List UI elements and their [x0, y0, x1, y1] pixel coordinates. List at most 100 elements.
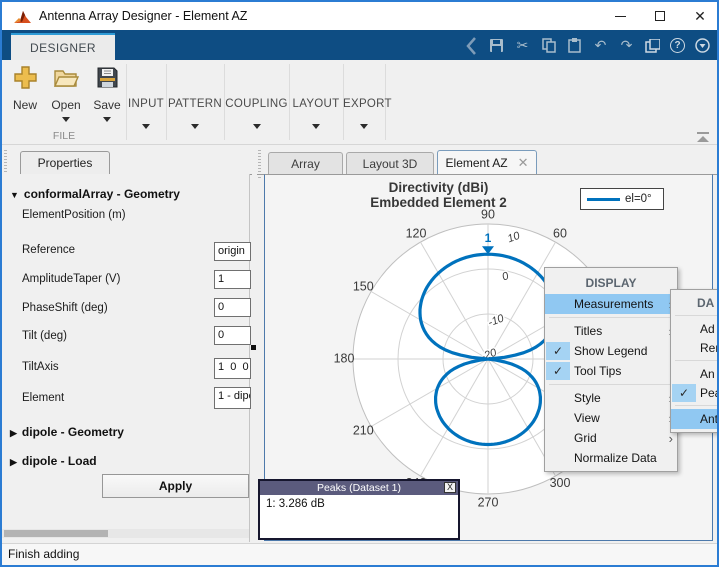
tab-properties[interactable]: Properties	[20, 151, 110, 174]
field-label-amplitudetaper: AmplitudeTaper (V)	[22, 273, 120, 285]
back-chevron-icon[interactable]	[462, 37, 479, 54]
peaks-close-button[interactable]: X	[444, 482, 456, 493]
checkmark-icon: ✓	[672, 384, 696, 402]
save-button[interactable]: Save	[87, 65, 127, 122]
tab-element-az[interactable]: Element AZ✕	[437, 150, 537, 174]
close-tab-icon[interactable]: ✕	[518, 155, 529, 171]
redo-icon[interactable]: ↷	[618, 37, 635, 54]
svg-text:60: 60	[553, 227, 567, 241]
tilt-field[interactable]: 0	[214, 326, 251, 345]
measurements-submenu: DA Ad Rem An ✓Pea Ant	[670, 289, 719, 433]
file-group-label: FILE	[32, 130, 96, 142]
section-layout[interactable]: LAYOUT	[289, 60, 343, 144]
splitter-handle[interactable]	[251, 345, 256, 350]
field-label-reference: Reference	[22, 244, 75, 256]
help-icon[interactable]: ?	[670, 38, 685, 53]
open-folder-icon	[53, 65, 80, 90]
submenu-item-angle[interactable]: An	[671, 364, 719, 383]
checkmark-icon: ✓	[546, 342, 570, 360]
legend[interactable]: el=0°	[580, 188, 664, 210]
peaks-window-titlebar[interactable]: Peaks (Dataset 1) X	[260, 481, 458, 495]
copy-icon[interactable]	[540, 37, 557, 54]
minimize-icon	[615, 16, 626, 17]
new-window-icon[interactable]	[644, 37, 661, 54]
submenu-item-add[interactable]: Ad	[671, 319, 719, 338]
paste-icon[interactable]	[566, 37, 583, 54]
tab-designer[interactable]: DESIGNER	[11, 33, 115, 60]
layout-dropdown-arrow[interactable]	[312, 124, 320, 129]
status-text: Finish adding	[8, 547, 79, 561]
svg-text:300: 300	[550, 476, 571, 490]
coupling-dropdown-arrow[interactable]	[253, 124, 261, 129]
expanded-triangle-icon: ▼	[10, 190, 19, 200]
close-button[interactable]: ✕	[683, 2, 717, 30]
menu-item-grid[interactable]: Grid›	[545, 428, 677, 448]
minimize-button[interactable]	[603, 2, 637, 30]
submenu-item-remove[interactable]: Rem	[671, 338, 719, 357]
menu-item-style[interactable]: Style›	[545, 388, 677, 408]
menu-item-titles[interactable]: Titles›	[545, 321, 677, 341]
maximize-icon	[655, 11, 665, 21]
app-window: Antenna Array Designer - Element AZ ✕ DE…	[0, 0, 719, 567]
close-icon: ✕	[694, 9, 706, 23]
tiltaxis-field[interactable]: 1 0 0	[214, 358, 251, 379]
section-export[interactable]: EXPORT	[343, 60, 385, 144]
open-button[interactable]: Open	[46, 65, 86, 122]
field-label-tilt: Tilt (deg)	[22, 330, 67, 342]
undo-icon[interactable]: ↶	[592, 37, 609, 54]
submenu-item-antenna[interactable]: Ant	[671, 409, 719, 429]
section-dipole-load[interactable]: ▶dipole - Load	[10, 454, 97, 468]
maximize-button[interactable]	[643, 2, 677, 30]
phaseshift-field[interactable]: 0	[214, 298, 251, 317]
svg-text:210: 210	[353, 423, 374, 437]
submenu-item-peaks[interactable]: ✓Pea	[671, 383, 719, 402]
tab-layout-3d[interactable]: Layout 3D	[346, 152, 434, 174]
reference-field[interactable]: origin	[214, 242, 251, 261]
horizontal-scrollbar[interactable]	[2, 529, 249, 538]
export-dropdown-arrow[interactable]	[360, 124, 368, 129]
section-input[interactable]: INPUT	[126, 60, 166, 144]
scrollbar-thumb[interactable]	[4, 530, 108, 537]
svg-text:120: 120	[406, 227, 427, 241]
open-dropdown-arrow[interactable]	[62, 117, 70, 122]
menu-item-measurements[interactable]: Measurements›	[545, 294, 677, 314]
collapse-ribbon-button[interactable]	[696, 132, 710, 144]
menu-item-view[interactable]: View›	[545, 408, 677, 428]
legend-line-sample	[587, 198, 620, 201]
chart-title: Directivity (dBi) Embedded Element 2	[265, 180, 612, 210]
svg-text:1: 1	[485, 231, 492, 245]
collapse-arrow-icon	[697, 136, 709, 142]
section-coupling[interactable]: COUPLING	[224, 60, 289, 144]
ribbon-toolbar: New Open Save FILE INPUT PATTERN COUPLIN…	[2, 60, 717, 145]
cut-icon[interactable]: ✂	[514, 37, 531, 54]
menu-item-show-legend[interactable]: ✓Show Legend	[545, 341, 677, 361]
collapsed-triangle-icon: ▶	[10, 428, 17, 438]
menu-item-normalize-data[interactable]: Normalize Data	[545, 448, 677, 468]
more-icon[interactable]	[694, 37, 711, 54]
svg-text:150: 150	[353, 279, 374, 293]
element-dropdown[interactable]: 1 - dipo	[214, 387, 251, 409]
new-plus-icon	[13, 65, 38, 90]
tab-array[interactable]: Array	[268, 152, 343, 174]
checkmark-icon: ✓	[546, 362, 570, 380]
amplitudetaper-field[interactable]: 1	[214, 270, 251, 289]
save-floppy-icon	[95, 65, 120, 90]
pattern-dropdown-arrow[interactable]	[191, 124, 199, 129]
section-conformalarray-geometry[interactable]: ▼conformalArray - Geometry	[10, 187, 180, 201]
field-label-element: Element	[22, 392, 64, 404]
new-button[interactable]: New	[5, 65, 45, 112]
section-pattern[interactable]: PATTERN	[166, 60, 224, 144]
apply-button[interactable]: Apply	[102, 474, 249, 498]
matlab-logo-icon	[13, 8, 32, 25]
peaks-window[interactable]: Peaks (Dataset 1) X 1: 3.286 dB	[258, 479, 460, 540]
title-bar: Antenna Array Designer - Element AZ ✕	[2, 2, 717, 30]
field-label-phaseshift: PhaseShift (deg)	[22, 302, 108, 314]
peak-value: 1: 3.286 dB	[260, 495, 458, 510]
field-label-elementposition: ElementPosition (m)	[22, 209, 126, 221]
section-dipole-geometry[interactable]: ▶dipole - Geometry	[10, 425, 124, 439]
save-icon[interactable]	[488, 37, 505, 54]
menu-item-tool-tips[interactable]: ✓Tool Tips	[545, 361, 677, 381]
field-label-tiltaxis: TiltAxis	[22, 361, 59, 373]
input-dropdown-arrow[interactable]	[142, 124, 150, 129]
save-dropdown-arrow[interactable]	[103, 117, 111, 122]
